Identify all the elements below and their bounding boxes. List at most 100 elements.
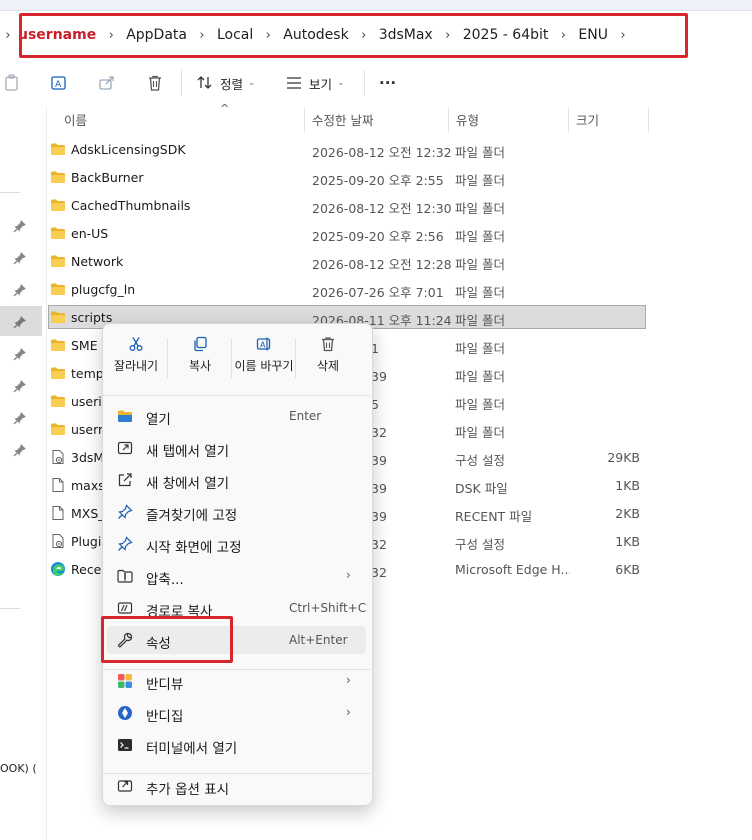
toolbar-divider <box>364 70 365 96</box>
trash-icon <box>320 336 336 352</box>
column-divider[interactable] <box>648 108 649 132</box>
chevron-right-icon[interactable]: › <box>0 28 16 43</box>
file-row[interactable]: Network 2026-08-12 오전 12:28 파일 폴더 <box>46 249 646 277</box>
bandiview-icon <box>117 673 133 689</box>
file-row[interactable]: en-US 2025-09-20 오후 2:56 파일 폴더 <box>46 221 646 249</box>
menu-item-label: 새 탭에서 열기 <box>146 444 230 460</box>
share-icon <box>99 76 114 90</box>
delete-button[interactable] <box>146 70 164 96</box>
toolbar-divider <box>181 70 182 96</box>
sort-up-icon: ^ <box>220 102 230 115</box>
column-divider[interactable] <box>304 108 305 132</box>
nav-item-fragment[interactable]: OOK) ( <box>0 762 37 775</box>
pin-icon <box>117 504 133 520</box>
copy-icon <box>192 336 208 352</box>
chevron-right-icon: › <box>346 568 351 582</box>
file-type: 파일 폴더 <box>455 369 505 384</box>
pin-icon[interactable] <box>13 347 27 361</box>
file-row[interactable]: CachedThumbnails 2026-08-12 오전 12:30 파일 폴더 <box>46 193 646 221</box>
menu-item-bandizip[interactable]: 반디집 › <box>107 699 366 727</box>
column-name[interactable]: 이름 <box>64 110 87 129</box>
share-button[interactable] <box>98 70 116 96</box>
menu-item-label: 시작 화면에 고정 <box>146 540 242 556</box>
file-type: Microsoft Edge H... <box>455 562 570 577</box>
folder-icon <box>50 309 66 325</box>
nav-divider <box>0 608 20 609</box>
menu-item-more-options[interactable]: 추가 옵션 표시 <box>107 772 366 800</box>
pin-icon[interactable] <box>13 219 27 233</box>
trash-icon <box>149 75 161 91</box>
menu-item-open-new-window[interactable]: 새 창에서 열기 <box>107 466 366 494</box>
pin-icon <box>117 536 133 552</box>
scissors-icon <box>128 336 144 352</box>
context-menu: 잘라내기 복사 A 이름 바꾸기 삭제열기 Enter 새 탭에서 열기새 창에서 열기즐겨… <box>102 323 373 806</box>
menu-item-open-new-tab[interactable]: 새 탭에서 열기 <box>107 434 366 462</box>
menu-item-pin-start[interactable]: 시작 화면에 고정 <box>107 530 366 558</box>
pin-icon[interactable] <box>13 443 27 457</box>
folder-open-icon <box>117 408 133 424</box>
quick-action-label: 삭제 <box>316 359 340 373</box>
folder-icon <box>50 253 66 269</box>
rename-button[interactable]: A 이름 바꾸기 <box>231 324 297 396</box>
breadcrumb-highlight-box <box>19 13 688 58</box>
bandizip-icon <box>117 705 133 721</box>
pin-icon[interactable] <box>13 251 27 265</box>
new-tab-icon <box>117 440 133 456</box>
properties-highlight-box <box>101 616 233 663</box>
nav-divider <box>0 192 20 193</box>
menu-divider <box>103 395 370 396</box>
paste-button[interactable] <box>4 70 20 96</box>
folder-icon <box>50 281 66 297</box>
file-type: 파일 폴더 <box>455 425 505 440</box>
menu-item-label: 열기 <box>146 412 171 428</box>
file-type: 구성 설정 <box>455 453 505 468</box>
file-name: plugcfg_ln <box>71 282 136 297</box>
pin-icon[interactable] <box>13 379 27 393</box>
settings-file-icon <box>50 449 66 465</box>
sort-button[interactable]: 정렬 ⌄ <box>196 70 256 96</box>
terminal-icon <box>117 737 133 753</box>
column-type[interactable]: 유형 <box>456 110 479 129</box>
folder-icon <box>50 393 66 409</box>
file-size: 1KB <box>615 478 640 493</box>
folder-icon <box>50 141 66 157</box>
delete-button[interactable]: 삭제 <box>295 324 361 396</box>
column-date[interactable]: 수정한 날짜 <box>312 110 373 129</box>
view-icon <box>287 77 301 89</box>
menu-item-label: 즐겨찾기에 고정 <box>146 508 238 524</box>
file-size: 29KB <box>607 450 640 465</box>
menu-item-label: 새 창에서 열기 <box>146 476 230 492</box>
file-size: 2KB <box>615 506 640 521</box>
column-size[interactable]: 크기 <box>576 110 599 129</box>
rename-icon: A <box>256 336 272 352</box>
column-divider[interactable] <box>448 108 449 132</box>
file-date: 2026-08-12 오전 12:28 <box>312 257 452 272</box>
menu-item-compress[interactable]: 압축... › <box>107 562 366 590</box>
pin-icon[interactable] <box>13 283 27 297</box>
folder-icon <box>50 337 66 353</box>
file-type: 파일 폴더 <box>455 285 505 300</box>
file-size: 1KB <box>615 534 640 549</box>
view-button[interactable]: 보기 ⌄ <box>285 70 345 96</box>
pin-icon[interactable] <box>13 411 27 425</box>
svg-text:A: A <box>260 341 266 350</box>
menu-item-bandiview[interactable]: 반디뷰 › <box>107 667 366 695</box>
cut-button[interactable]: 잘라내기 <box>103 324 169 396</box>
more-button[interactable]: ··· <box>379 70 396 96</box>
pin-icon[interactable] <box>13 315 27 329</box>
file-row[interactable]: AdskLicensingSDK 2026-08-12 오전 12:32 파일 폴더 <box>46 137 646 165</box>
folder-icon <box>50 169 66 185</box>
file-name: AdskLicensingSDK <box>71 142 186 157</box>
menu-item-open-terminal[interactable]: 터미널에서 열기 <box>107 731 366 759</box>
file-row[interactable]: BackBurner 2025-09-20 오후 2:55 파일 폴더 <box>46 165 646 193</box>
window-top-strip <box>0 0 752 11</box>
svg-text:A: A <box>55 80 62 90</box>
copy-button[interactable]: 복사 <box>167 324 233 396</box>
menu-item-open[interactable]: 열기 Enter <box>107 402 366 430</box>
rename-button[interactable]: A <box>50 70 68 96</box>
folder-icon <box>50 421 66 437</box>
file-date: 2026-07-26 오후 7:01 <box>312 285 444 300</box>
menu-item-pin-favorites[interactable]: 즐겨찾기에 고정 <box>107 498 366 526</box>
column-divider[interactable] <box>568 108 569 132</box>
file-row[interactable]: plugcfg_ln 2026-07-26 오후 7:01 파일 폴더 <box>46 277 646 305</box>
